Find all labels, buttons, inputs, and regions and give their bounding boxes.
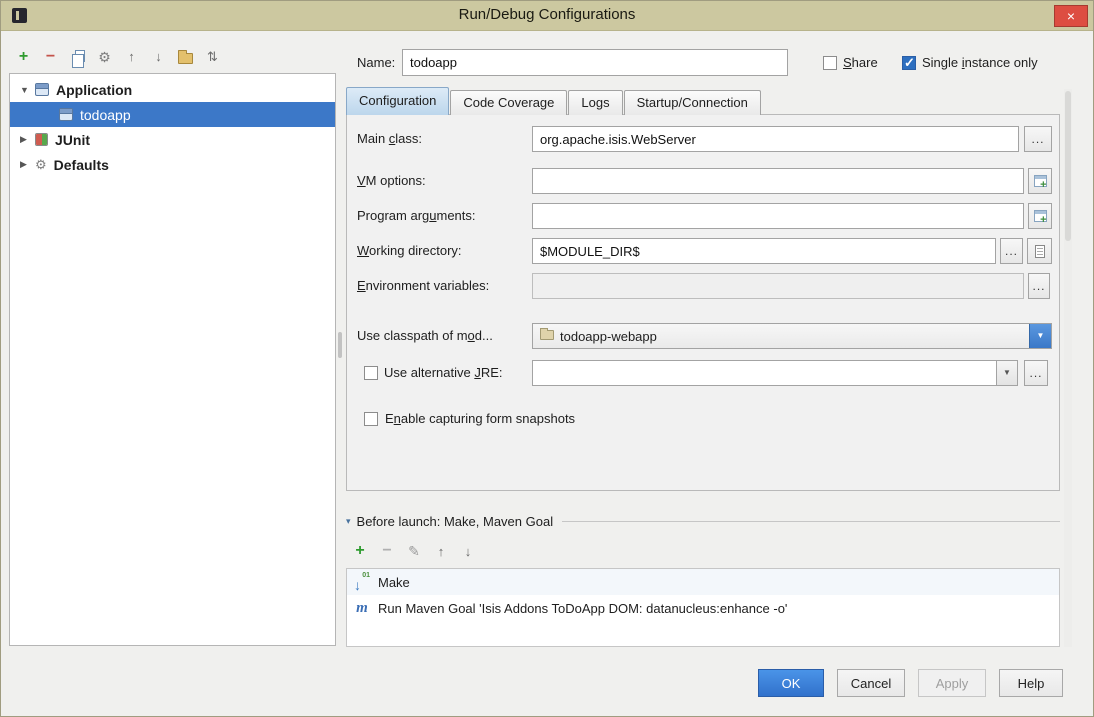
copy-pages-icon [75, 50, 85, 62]
sort-configurations-icon[interactable]: ⇅ [204, 48, 221, 66]
edit-task-icon[interactable]: ✎ [407, 543, 421, 560]
share-label: Share [843, 49, 878, 76]
run-debug-configurations-dialog: Run/Debug Configurations × + − ⚙ ↑ ↓ ⇅ ▼… [0, 0, 1094, 717]
edit-defaults-icon[interactable]: ⚙ [96, 48, 113, 66]
working-directory-input[interactable] [532, 238, 996, 264]
snapshots-label: Enable capturing form snapshots [385, 406, 575, 432]
environment-variables-label: Environment variables: [357, 273, 489, 299]
copy-configuration-icon[interactable] [69, 48, 86, 66]
classpath-label: Use classpath of mod... [357, 323, 493, 349]
document-icon [1035, 245, 1045, 258]
share-checkbox[interactable] [823, 56, 837, 70]
expand-editor-icon [1034, 175, 1047, 187]
program-arguments-expand-button[interactable] [1028, 203, 1052, 229]
move-up-icon[interactable]: ↑ [123, 48, 140, 66]
move-task-down-icon[interactable]: ↓ [461, 544, 475, 559]
tree-toolbar: + − ⚙ ↑ ↓ ⇅ [15, 47, 221, 67]
snapshots-checkbox[interactable] [364, 412, 378, 426]
task-maven-goal[interactable]: m Run Maven Goal 'Isis Addons ToDoApp DO… [347, 595, 1059, 621]
main-class-browse-button[interactable]: ... [1024, 126, 1052, 152]
window-title: Run/Debug Configurations [1, 6, 1093, 23]
application-icon [59, 108, 73, 121]
classpath-value: todoapp-webapp [560, 329, 657, 344]
dropdown-arrow-icon[interactable]: ▼ [996, 361, 1017, 385]
configuration-panel: Main class: ... VM options: Program argu… [346, 114, 1060, 491]
module-folder-icon [540, 330, 554, 340]
environment-variables-browse-button[interactable]: ... [1028, 273, 1050, 299]
insert-macro-button[interactable] [1027, 238, 1052, 264]
working-directory-label: Working directory: [357, 238, 462, 264]
environment-variables-input[interactable] [532, 273, 1024, 299]
scrollbar[interactable] [1064, 89, 1072, 647]
vm-options-label: VM options: [357, 168, 426, 194]
alternative-jre-label: Use alternative JRE: [384, 360, 503, 386]
tree-item-label: todoapp [80, 107, 131, 123]
move-task-up-icon[interactable]: ↑ [434, 544, 448, 559]
vm-options-input[interactable] [532, 168, 1024, 194]
junit-icon [35, 133, 48, 146]
tree-item-defaults[interactable]: ▶ ⚙ Defaults [10, 152, 335, 177]
new-folder-icon[interactable] [177, 48, 194, 66]
main-class-input[interactable] [532, 126, 1019, 152]
add-task-icon[interactable]: + [353, 542, 367, 560]
name-input[interactable] [402, 49, 788, 76]
main-class-label: Main class: [357, 126, 422, 152]
alternative-jre-combobox[interactable]: ▼ [532, 360, 1018, 386]
remove-task-icon[interactable]: − [380, 542, 394, 560]
program-arguments-label: Program arguments: [357, 203, 476, 229]
tab-logs[interactable]: Logs [568, 90, 622, 115]
dropdown-arrow-icon[interactable]: ▼ [1029, 324, 1051, 348]
tree-item-label: Defaults [54, 157, 109, 173]
ok-button[interactable]: OK [758, 669, 824, 697]
task-label: Run Maven Goal 'Isis Addons ToDoApp DOM:… [378, 601, 787, 616]
tab-code-coverage[interactable]: Code Coverage [450, 90, 567, 115]
collapse-icon[interactable]: ▶ [20, 134, 35, 145]
single-instance-label: Single instance only [922, 49, 1038, 76]
make-icon [354, 574, 370, 590]
maven-icon: m [354, 600, 370, 616]
program-arguments-input[interactable] [532, 203, 1024, 229]
single-instance-checkbox[interactable] [902, 56, 916, 70]
working-directory-browse-button[interactable]: ... [1000, 238, 1023, 264]
separator-line [562, 521, 1060, 522]
vm-options-expand-button[interactable] [1028, 168, 1052, 194]
move-down-icon[interactable]: ↓ [150, 48, 167, 66]
tab-startup-connection[interactable]: Startup/Connection [624, 90, 761, 115]
before-launch-task-list: Make m Run Maven Goal 'Isis Addons ToDoA… [346, 568, 1060, 647]
add-configuration-icon[interactable]: + [15, 48, 32, 66]
alternative-jre-checkbox[interactable] [364, 366, 378, 380]
close-button[interactable]: × [1054, 5, 1088, 27]
before-launch-header: ▾ Before launch: Make, Maven Goal [346, 512, 1060, 530]
remove-configuration-icon[interactable]: − [42, 48, 59, 66]
title-bar[interactable]: Run/Debug Configurations × [1, 1, 1093, 31]
expand-icon[interactable]: ▼ [20, 85, 35, 95]
scrollbar-thumb[interactable] [1065, 91, 1071, 241]
tree-item-label: JUnit [55, 132, 90, 148]
application-icon [35, 83, 49, 96]
before-launch-toolbar: + − ✎ ↑ ↓ [353, 542, 475, 560]
name-label: Name: [357, 49, 395, 76]
help-button[interactable]: Help [999, 669, 1063, 697]
cancel-button[interactable]: Cancel [837, 669, 905, 697]
tree-item-junit[interactable]: ▶ JUnit [10, 127, 335, 152]
folder-icon [178, 53, 193, 64]
tree-item-label: Application [56, 82, 132, 98]
before-launch-title: Before launch: Make, Maven Goal [357, 514, 554, 529]
tree-item-todoapp[interactable]: todoapp [10, 102, 335, 127]
config-tabs: Configuration Code Coverage Logs Startup… [346, 87, 762, 115]
alternative-jre-browse-button[interactable]: ... [1024, 360, 1048, 386]
dialog-buttons: OK Cancel Apply Help [758, 669, 1063, 697]
collapse-icon[interactable]: ▶ [20, 159, 35, 170]
task-make[interactable]: Make [347, 569, 1059, 595]
apply-button[interactable]: Apply [918, 669, 986, 697]
classpath-combobox[interactable]: todoapp-webapp ▼ [532, 323, 1052, 349]
collapse-triangle-icon[interactable]: ▾ [346, 516, 351, 527]
defaults-icon: ⚙ [35, 158, 47, 172]
panel-splitter[interactable] [338, 332, 342, 358]
task-label: Make [378, 575, 410, 590]
tab-configuration[interactable]: Configuration [346, 87, 449, 115]
tree-item-application[interactable]: ▼ Application [10, 77, 335, 102]
expand-editor-icon [1034, 210, 1047, 222]
configurations-tree: ▼ Application todoapp ▶ JUnit ▶ ⚙ Defaul… [9, 73, 336, 646]
